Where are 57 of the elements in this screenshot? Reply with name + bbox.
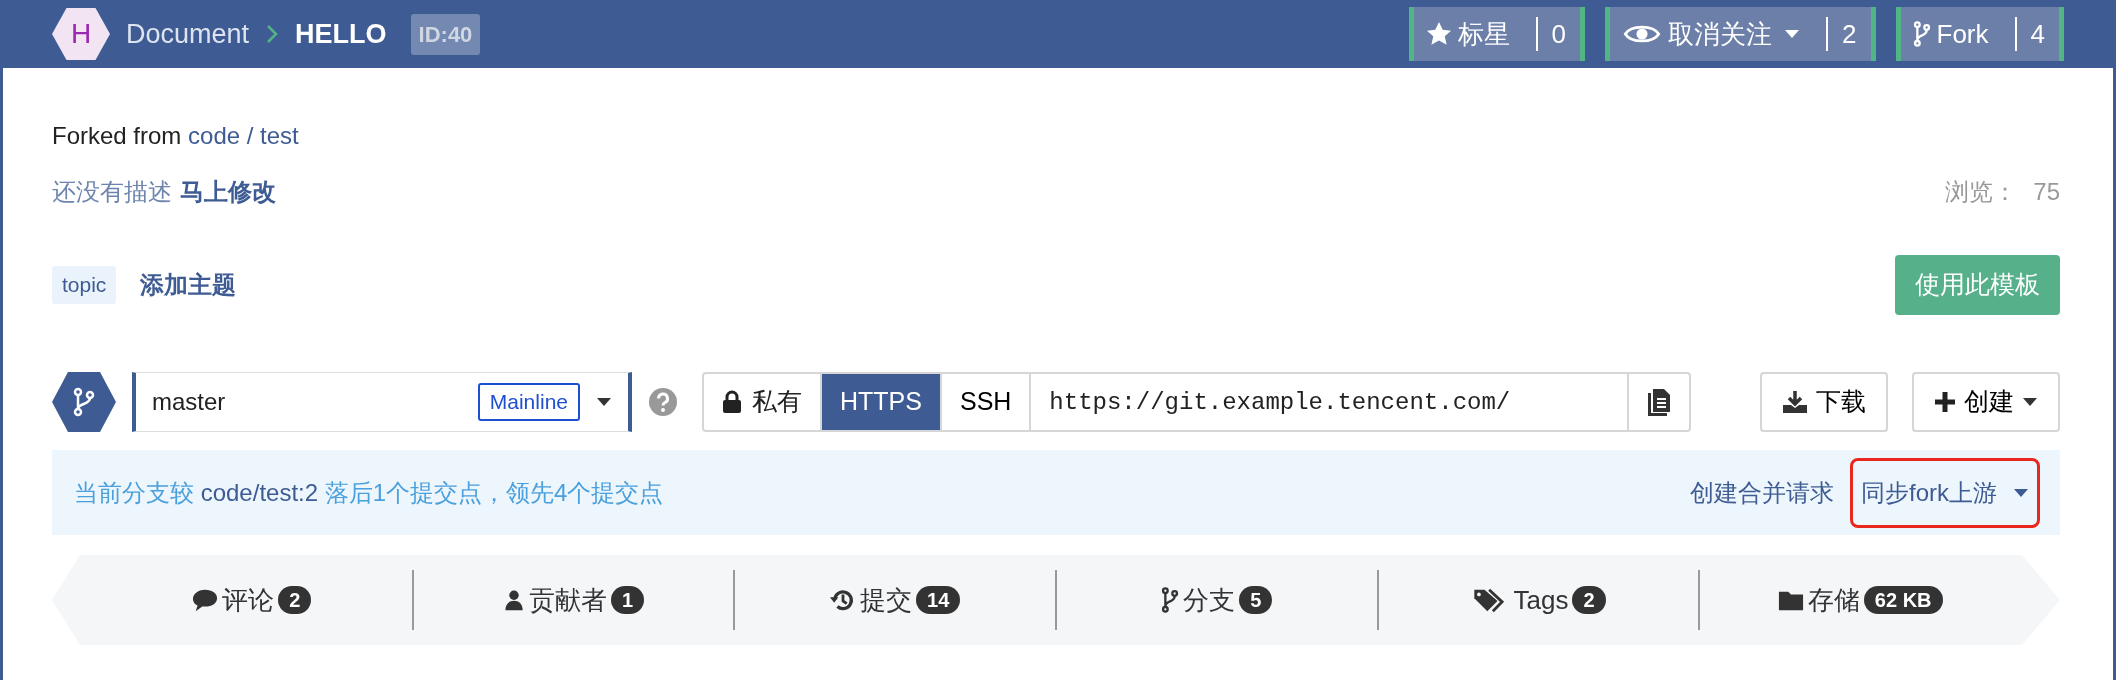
count-badge: 14 xyxy=(916,586,961,614)
copy-button[interactable] xyxy=(1627,372,1692,432)
visibility-label: 私有 xyxy=(702,372,822,432)
count-link[interactable]: 4 xyxy=(2030,14,2045,54)
branch-select[interactable]: master Mainline xyxy=(132,372,632,432)
caret-icon xyxy=(2013,487,2029,498)
stat-link[interactable]: Tags 2 xyxy=(1471,580,1606,620)
create-button[interactable]: 创建 xyxy=(1912,372,2060,432)
count-link[interactable]: 2 xyxy=(1842,14,1857,54)
chevron-icon xyxy=(265,23,280,45)
protocol-tab[interactable]: SSH xyxy=(939,372,1032,432)
stat-link[interactable]: 评论 2 xyxy=(192,580,312,620)
sync-fork-dropdown[interactable]: 同步fork上游 xyxy=(1850,457,2040,528)
count-badge: 62 KB xyxy=(1863,586,1943,614)
count-badge: 2 xyxy=(1572,586,1606,614)
caret-icon xyxy=(2022,397,2038,407)
download-button[interactable]: 下载 xyxy=(1760,372,1888,432)
branch-icon xyxy=(1161,587,1180,613)
comment-icon xyxy=(192,587,219,613)
count-badge: 2 xyxy=(278,586,312,614)
branch-icon xyxy=(1912,21,1931,47)
compare-text: 当前分支较 code/test:2 落后1个提交点，领先4个提交点 xyxy=(74,477,664,508)
description-text: 还没有描述 xyxy=(52,177,172,207)
caret-icon xyxy=(596,397,612,407)
mainline-badge: Mainline xyxy=(477,383,580,421)
stat-link[interactable]: 分支 5 xyxy=(1161,580,1273,620)
lock-icon xyxy=(722,390,742,414)
add-topic-link[interactable]: 添加主题 xyxy=(140,267,237,303)
id-badge: ID:40 xyxy=(410,13,481,55)
forked-from-text: Forked from code / test xyxy=(52,121,299,151)
breadcrumb-link[interactable]: Document xyxy=(126,13,250,55)
fork-source-link[interactable]: code / test xyxy=(188,122,299,149)
repo-title: HELLO xyxy=(295,17,387,51)
views-label: 浏览： xyxy=(1945,177,2018,207)
create-merge-request-link[interactable]: 创建合并请求 xyxy=(1690,474,1834,511)
branch-name: master xyxy=(152,387,226,417)
repo-avatar: H xyxy=(52,8,110,60)
count-badge: 1 xyxy=(610,586,645,614)
protocol-tab[interactable]: HTTPS xyxy=(820,372,942,432)
fork-button[interactable]: Fork xyxy=(1900,7,2001,61)
copy-icon xyxy=(1647,388,1672,416)
help-icon[interactable] xyxy=(648,387,678,417)
caret-icon xyxy=(1784,29,1801,39)
star-icon xyxy=(1425,21,1452,47)
clone-url-field[interactable]: https://git.example.tencent.com/ xyxy=(1029,372,1630,432)
edit-link[interactable]: 马上修改 xyxy=(180,174,276,210)
stat-link[interactable]: 存储 62 KB xyxy=(1777,580,1943,620)
star-button[interactable]: 标星 xyxy=(1413,7,1522,61)
views-count: 75 xyxy=(2033,177,2060,207)
watch-button[interactable]: 取消关注 xyxy=(1610,7,1813,61)
stat-link[interactable]: 提交 14 xyxy=(830,580,961,620)
plus-icon xyxy=(1934,391,1956,413)
stat-link[interactable]: 贡献者 1 xyxy=(502,580,645,620)
topic-tag[interactable]: topic xyxy=(52,266,117,304)
count-badge: 5 xyxy=(1239,586,1273,614)
download-icon xyxy=(1782,390,1808,414)
count-link[interactable]: 0 xyxy=(1551,14,1567,54)
